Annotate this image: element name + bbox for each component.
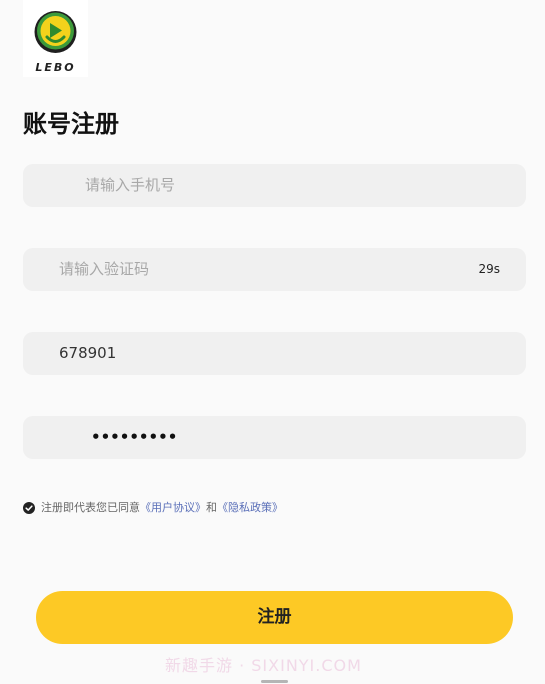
password-input[interactable]: ••••••••• — [23, 416, 526, 459]
register-button[interactable]: 注册 — [36, 591, 513, 644]
agreement-prefix: 注册即代表您已同意 — [41, 501, 140, 514]
phone-placeholder: 请输入手机号 — [85, 176, 176, 194]
user-agreement-link[interactable]: 《用户协议》 — [140, 500, 206, 516]
logo-text: LEBO — [35, 61, 76, 74]
agreement-conjunction: 和 — [206, 501, 217, 514]
verification-code-input[interactable]: 请输入验证码 29s — [23, 248, 526, 291]
agreement-row: 注册即代表您已同意 《用户协议》 和 《隐私政策》 — [23, 500, 283, 516]
password-value: ••••••••• — [91, 428, 178, 446]
resend-countdown[interactable]: 29s — [478, 248, 500, 291]
invite-code-value: 678901 — [59, 344, 117, 362]
code-placeholder: 请输入验证码 — [59, 260, 150, 278]
privacy-policy-link[interactable]: 《隐私政策》 — [217, 500, 283, 516]
home-indicator — [261, 680, 288, 683]
app-logo: LEBO — [23, 0, 88, 77]
watermark: 新趣手游 · SIXINYI.COM — [165, 656, 362, 675]
agreement-checkbox[interactable] — [23, 502, 35, 514]
checkmark-icon — [25, 505, 33, 511]
page-title: 账号注册 — [23, 110, 119, 138]
lebo-logo-icon — [34, 11, 77, 53]
invite-code-input[interactable]: 678901 — [23, 332, 526, 375]
phone-input[interactable]: 请输入手机号 — [23, 164, 526, 207]
